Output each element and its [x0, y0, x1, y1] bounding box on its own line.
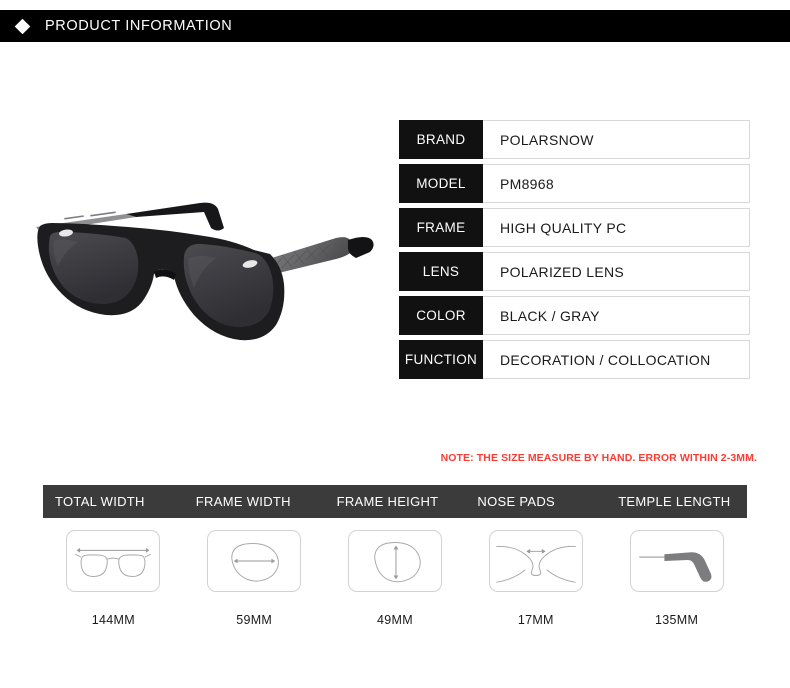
measurement-item-nose-pads: 17MM — [465, 530, 606, 627]
size-note: NOTE: THE SIZE MEASURE BY HAND. ERROR WI… — [440, 452, 757, 464]
spec-label-function: FUNCTION — [399, 340, 483, 379]
frame-width-diagram-icon — [231, 543, 280, 582]
table-row: COLOR BLACK / GRAY — [399, 296, 750, 335]
spec-label-lens: LENS — [399, 252, 483, 291]
spec-value-brand: POLARSNOW — [500, 131, 594, 148]
spec-value-frame: HIGH QUALITY PC — [500, 219, 627, 236]
measure-value-temple-length: 135MM — [654, 613, 699, 627]
measurement-header-bar: TOTAL WIDTH FRAME WIDTH FRAME HEIGHT NOS… — [43, 485, 747, 518]
measurement-item-total-width: 144MM — [43, 530, 184, 627]
measurement-item-frame-height: 49MM — [325, 530, 466, 627]
measure-value-frame-width: 59MM — [236, 613, 273, 627]
diamond-icon — [14, 18, 31, 34]
measure-value-total-width: 144MM — [91, 613, 135, 627]
temple-length-diagram-icon — [638, 552, 712, 582]
nose-pads-diagram-icon — [496, 545, 576, 583]
measure-header-nose-pads: NOSE PADS — [477, 494, 555, 509]
page-header: PRODUCT INFORMATION — [0, 10, 790, 42]
measure-value-frame-height: 49MM — [377, 613, 413, 627]
spec-value-function: DECORATION / COLLOCATION — [500, 351, 711, 368]
measure-header-frame-width: FRAME WIDTH — [195, 494, 291, 509]
measurement-item-temple-length: 135MM — [606, 530, 747, 627]
measure-header-frame-height: FRAME HEIGHT — [336, 494, 439, 509]
measure-card — [488, 530, 583, 592]
table-row: BRAND POLARSNOW — [399, 120, 750, 159]
table-row: FRAME HIGH QUALITY PC — [399, 208, 750, 247]
table-row: FUNCTION DECORATION / COLLOCATION — [399, 340, 750, 379]
measure-card — [66, 530, 161, 592]
specification-table: BRAND POLARSNOW MODEL PM8968 FRAME HIGH … — [399, 120, 750, 384]
spec-label-color: COLOR — [399, 296, 483, 335]
measure-card — [347, 530, 442, 592]
measurement-item-frame-width: 59MM — [184, 530, 325, 627]
measurement-items: 144MM 59MM 49MM 17MM 135MM — [43, 530, 747, 627]
measure-header-temple-length: TEMPLE LENGTH — [618, 494, 731, 509]
measure-card — [629, 530, 724, 592]
spec-label-frame: FRAME — [399, 208, 483, 247]
spec-label-model: MODEL — [399, 164, 483, 203]
measure-header-total-width: TOTAL WIDTH — [55, 494, 145, 509]
spec-value-color: BLACK / GRAY — [500, 307, 600, 324]
page-title: PRODUCT INFORMATION — [45, 18, 233, 34]
spec-value-lens: POLARIZED LENS — [500, 263, 625, 280]
spec-label-brand: BRAND — [399, 120, 483, 159]
measure-card — [207, 530, 302, 592]
table-row: LENS POLARIZED LENS — [399, 252, 750, 291]
spec-value-model: PM8968 — [500, 175, 554, 192]
product-image — [18, 170, 388, 370]
total-width-diagram-icon — [75, 547, 152, 577]
table-row: MODEL PM8968 — [399, 164, 750, 203]
measure-value-nose-pads: 17MM — [517, 613, 554, 627]
frame-height-diagram-icon — [374, 542, 421, 583]
